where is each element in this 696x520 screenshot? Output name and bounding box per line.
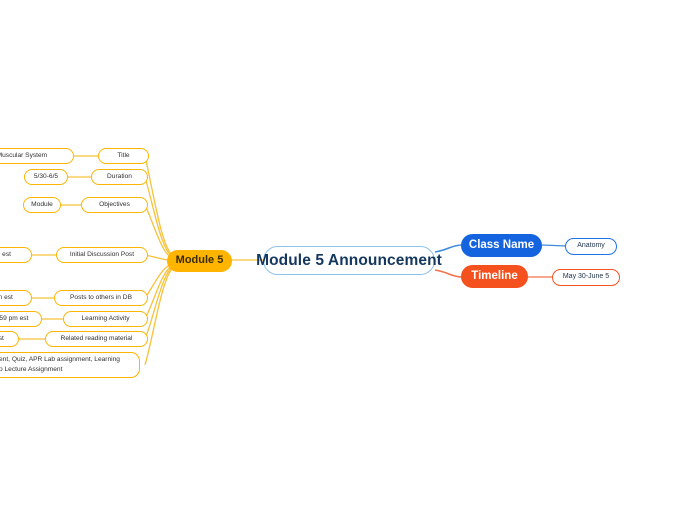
branch-node-timeline[interactable]: Timeline [461,265,528,288]
branch-node-module-5[interactable]: Module 5 [167,250,232,272]
subnode-assignment-list[interactable]: ent, Quiz, APR Lab assignment, Learning … [0,352,140,378]
leaf-learning-activity-due[interactable]: :59 pm est [0,311,42,327]
subnode-posts-to-others-in-db[interactable]: Posts to others in DB [54,290,148,306]
leaf-initial-discussion-post-due[interactable]: m est [0,247,32,263]
mindmap-canvas: Module 5 Announcement Module 5 Title Dur… [0,0,696,520]
subnode-objectives[interactable]: Objectives [81,197,148,213]
leaf-class-name-value[interactable]: Anatomy [565,238,617,255]
subnode-duration[interactable]: Duration [91,169,148,185]
leaf-objectives-value[interactable]: Module [23,197,61,213]
leaf-related-reading-due[interactable]: est [0,331,19,347]
leaf-title-value[interactable]: ts and Muscular System [0,148,74,164]
leaf-duration-value[interactable]: 5/30-6/5 [24,169,68,185]
subnode-initial-discussion-post[interactable]: Initial Discussion Post [56,247,148,263]
subnode-related-reading-material[interactable]: Related reading material [45,331,148,347]
root-node[interactable]: Module 5 Announcement [256,246,442,275]
leaf-timeline-value[interactable]: May 30-June 5 [552,269,620,286]
subnode-learning-activity[interactable]: Learning Activity [63,311,148,327]
branch-node-class-name[interactable]: Class Name [461,234,542,257]
edge-root-to-timeline [434,269,463,278]
edge-class-name-to-anatomy [541,244,567,247]
leaf-posts-to-others-due[interactable]: pm est [0,290,32,306]
subnode-title[interactable]: Title [98,148,149,164]
